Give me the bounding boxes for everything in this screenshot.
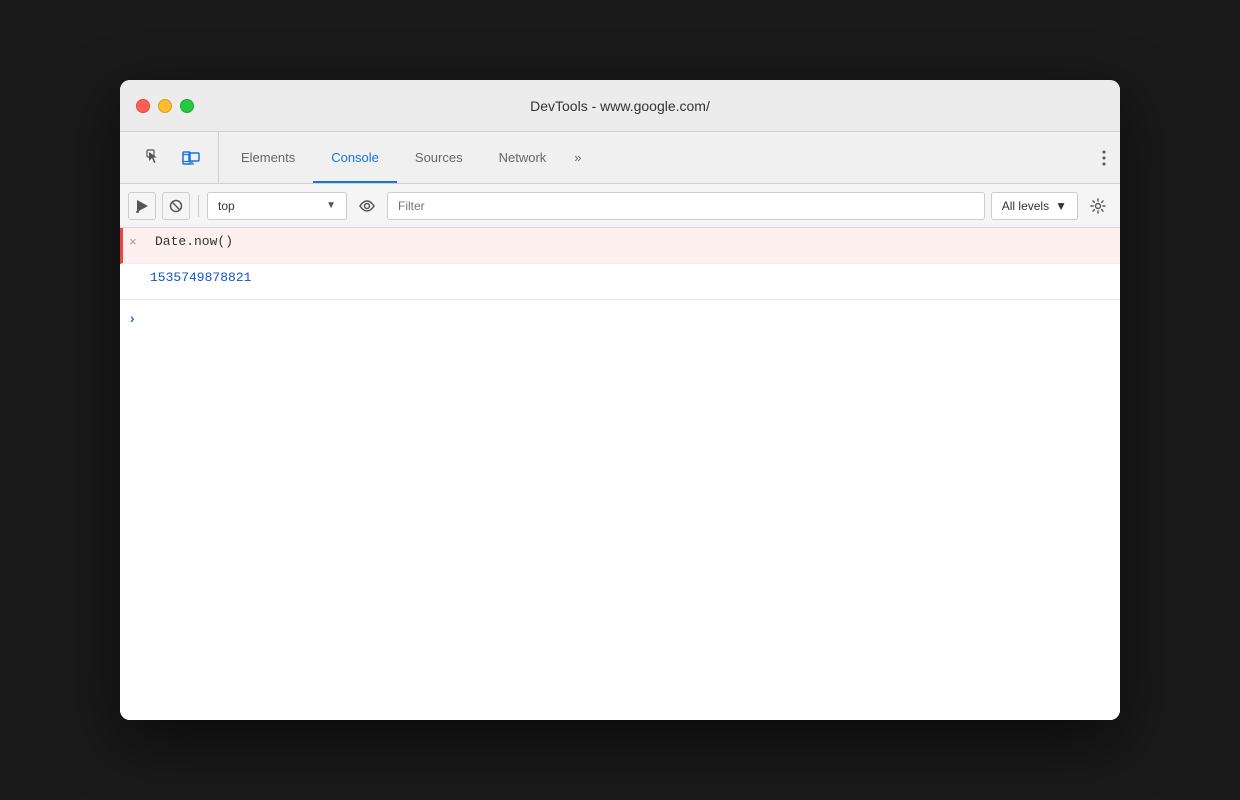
levels-arrow: ▼ (1055, 199, 1067, 213)
entry-result-text: 1535749878821 (150, 270, 251, 285)
minimize-button[interactable] (158, 99, 172, 113)
devtools-menu-button[interactable] (1088, 132, 1120, 183)
levels-selector[interactable]: All levels ▼ (991, 192, 1078, 220)
window-title: DevTools - www.google.com/ (530, 98, 710, 114)
filter-input[interactable] (387, 192, 985, 220)
close-button[interactable] (136, 99, 150, 113)
tab-elements[interactable]: Elements (223, 132, 313, 183)
settings-button[interactable] (1084, 192, 1112, 220)
tabs-bar: Elements Console Sources Network » (120, 132, 1120, 184)
console-entry-command: × Date.now() (120, 228, 1120, 264)
inspect-element-button[interactable] (140, 143, 170, 173)
context-arrow: ▼ (326, 200, 336, 211)
title-bar: DevTools - www.google.com/ (120, 80, 1120, 132)
prompt-icon: › (128, 312, 136, 328)
maximize-button[interactable] (180, 99, 194, 113)
clear-console-button[interactable] (128, 192, 156, 220)
toolbar-icons (128, 132, 219, 183)
context-selector[interactable]: top ▼ (207, 192, 347, 220)
levels-value: All levels (1002, 199, 1049, 213)
tab-more[interactable]: » (564, 132, 591, 183)
tab-sources[interactable]: Sources (397, 132, 481, 183)
block-requests-button[interactable] (162, 192, 190, 220)
tab-network[interactable]: Network (481, 132, 565, 183)
console-entry-result: 1535749878821 (120, 264, 1120, 300)
traffic-lights (136, 99, 194, 113)
tab-console[interactable]: Console (313, 132, 397, 183)
devtools-window: DevTools - www.google.com/ (120, 80, 1120, 720)
context-value: top (218, 199, 235, 213)
entry-error-icon: × (129, 235, 149, 250)
console-input-row: › (120, 300, 1120, 340)
device-toggle-button[interactable] (176, 143, 206, 173)
console-toolbar: top ▼ All levels ▼ (120, 184, 1120, 228)
entry-command-text: Date.now() (155, 234, 233, 249)
console-content: × Date.now() 1535749878821 › (120, 228, 1120, 720)
live-expressions-button[interactable] (353, 192, 381, 220)
toolbar-divider (198, 195, 199, 217)
console-input[interactable] (144, 313, 1112, 328)
